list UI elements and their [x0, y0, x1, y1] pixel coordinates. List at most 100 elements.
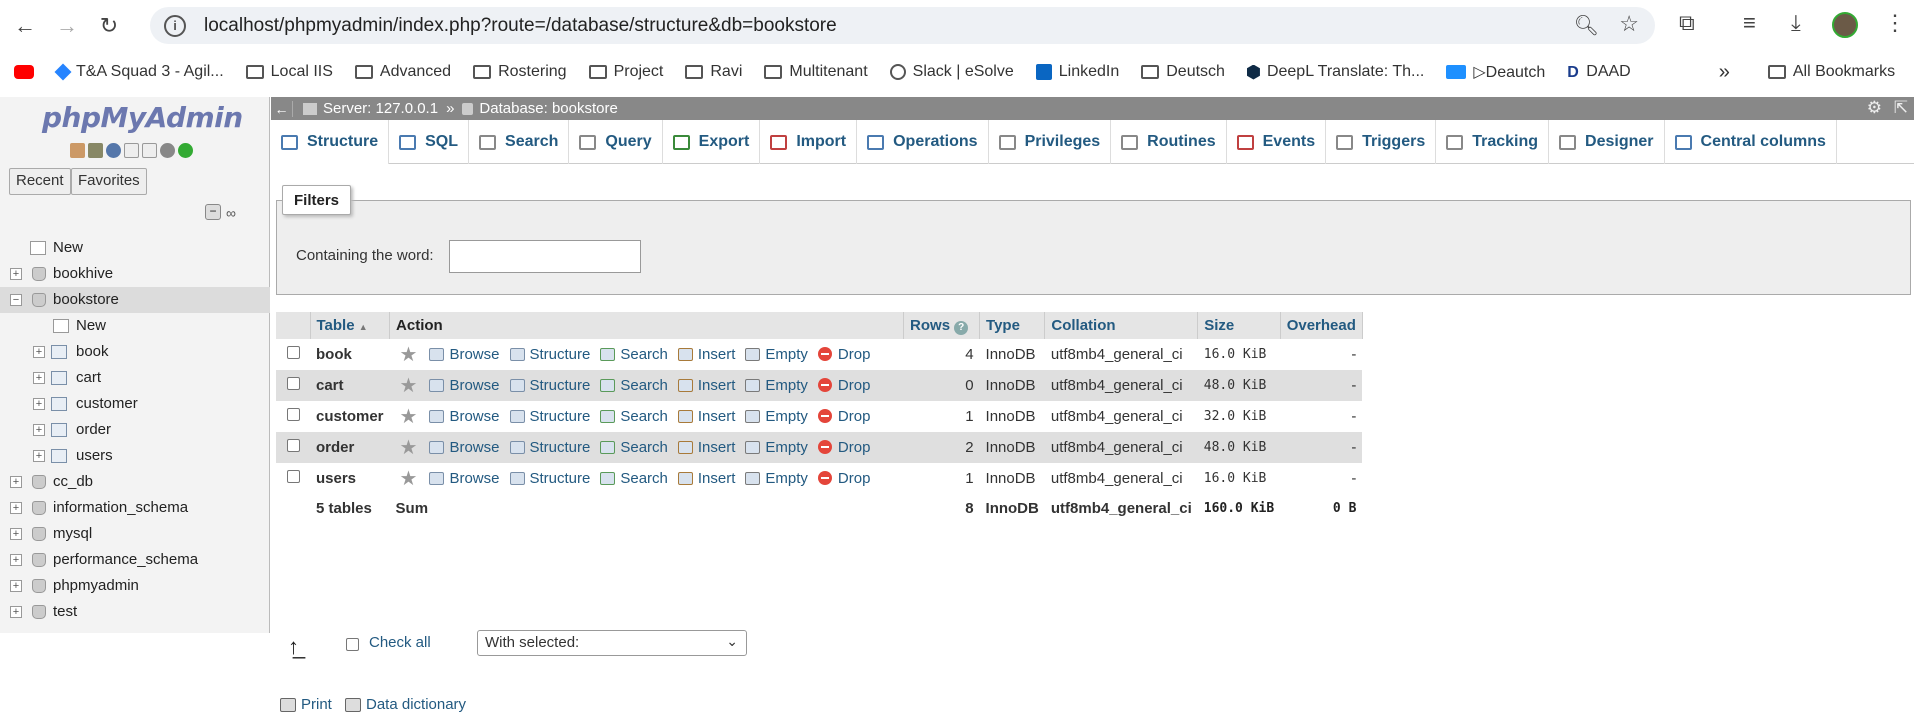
action-insert[interactable]: Insert [677, 377, 735, 394]
print-link[interactable]: Print [280, 696, 332, 713]
help-icon[interactable]: ? [954, 320, 969, 335]
action-search[interactable]: Search [600, 439, 668, 456]
filter-input[interactable] [449, 240, 641, 273]
tab-privileges[interactable]: Privileges [989, 120, 1112, 164]
tab-events[interactable]: Events [1227, 120, 1327, 164]
bookmark-star-icon[interactable]: ☆ [1619, 11, 1639, 37]
docs-icon[interactable] [124, 143, 139, 158]
tree-item-bookstore[interactable]: − bookstore [0, 287, 270, 313]
tree-item-performance-schema[interactable]: + performance_schema [0, 547, 270, 573]
reload-icon[interactable]: ↻ [92, 9, 126, 43]
zoom-icon[interactable]: 🔍︎ [1574, 13, 1599, 38]
table-name-link[interactable]: cart [310, 370, 390, 401]
tab-query[interactable]: Query [569, 120, 663, 164]
maximize-icon[interactable]: ⇱ [1894, 98, 1908, 118]
action-browse[interactable]: Browse [429, 439, 500, 456]
sql-docs-icon[interactable] [142, 143, 157, 158]
menu-icon[interactable]: ⋮ [1884, 10, 1906, 36]
bookmark-advanced[interactable]: Advanced [354, 63, 451, 81]
action-drop[interactable]: Drop [817, 439, 870, 456]
tab-routines[interactable]: Routines [1111, 120, 1227, 164]
action-empty[interactable]: Empty [745, 408, 808, 425]
help-icon[interactable] [106, 143, 121, 158]
phpmyadmin-logo[interactable]: phpMyAdmin [42, 101, 243, 134]
home-icon[interactable] [70, 143, 85, 158]
check-all-checkbox[interactable] [346, 638, 359, 651]
action-empty[interactable]: Empty [745, 346, 808, 363]
table-name-link[interactable]: book [310, 339, 390, 370]
action-drop[interactable]: Drop [817, 346, 870, 363]
expand-icon[interactable]: + [10, 606, 22, 618]
expand-icon[interactable]: + [33, 398, 45, 410]
expand-icon[interactable]: + [10, 476, 22, 488]
favorite-star-icon[interactable]: ★ [400, 468, 418, 490]
action-browse[interactable]: Browse [429, 408, 500, 425]
tab-structure[interactable]: Structure [271, 120, 390, 164]
action-empty[interactable]: Empty [745, 377, 808, 394]
tab-operations[interactable]: Operations [857, 120, 989, 164]
action-browse[interactable]: Browse [429, 377, 500, 394]
action-browse[interactable]: Browse [429, 470, 500, 487]
action-drop[interactable]: Drop [817, 470, 870, 487]
header-type[interactable]: Type [979, 312, 1046, 339]
tree-item-customer[interactable]: + customer [0, 391, 270, 417]
action-structure[interactable]: Structure [509, 346, 590, 363]
row-checkbox[interactable] [286, 470, 300, 483]
expand-icon[interactable]: + [33, 346, 45, 358]
breadcrumb-database[interactable]: Database: bookstore [479, 100, 617, 117]
back-icon[interactable]: ← [8, 9, 42, 43]
bookmark-jira[interactable]: T&A Squad 3 - Agil... [54, 63, 224, 81]
action-drop[interactable]: Drop [817, 408, 870, 425]
gear-icon[interactable]: ⚙ [1867, 98, 1882, 118]
action-insert[interactable]: Insert [677, 470, 735, 487]
action-search[interactable]: Search [600, 470, 668, 487]
expand-icon[interactable]: − [10, 294, 22, 306]
table-size[interactable]: 16.0 KiB [1197, 339, 1281, 370]
table-name-link[interactable]: customer [310, 401, 390, 432]
bookmark-slack[interactable]: Slack | eSolve [889, 63, 1014, 81]
tree-item-mysql[interactable]: + mysql [0, 521, 270, 547]
tree-item-phpmyadmin[interactable]: + phpmyadmin [0, 573, 270, 599]
reload-nav-icon[interactable] [178, 143, 193, 158]
tree-item-book[interactable]: + book [0, 339, 270, 365]
check-all-label[interactable]: Check all [369, 634, 431, 651]
table-size[interactable]: 48.0 KiB [1197, 370, 1281, 401]
header-overhead[interactable]: Overhead [1280, 312, 1363, 339]
action-empty[interactable]: Empty [745, 439, 808, 456]
avatar[interactable] [1832, 12, 1858, 38]
all-bookmarks[interactable]: All Bookmarks [1767, 63, 1895, 81]
bookmark-deautch[interactable]: ▷Deautch [1446, 62, 1545, 82]
action-structure[interactable]: Structure [509, 377, 590, 394]
action-structure[interactable]: Structure [509, 470, 590, 487]
tab-tracking[interactable]: Tracking [1436, 120, 1550, 164]
action-insert[interactable]: Insert [677, 408, 735, 425]
site-info-icon[interactable]: i [164, 14, 186, 37]
tree-item-bookhive[interactable]: + bookhive [0, 261, 270, 287]
bookmark-local-iis[interactable]: Local IIS [245, 63, 333, 81]
tree-item-cc-db[interactable]: + cc_db [0, 469, 270, 495]
tree-item-test[interactable]: + test [0, 599, 270, 625]
table-name-link[interactable]: users [310, 463, 390, 494]
tab-export[interactable]: Export [663, 120, 761, 164]
media-icon[interactable]: ≡ [1743, 10, 1756, 36]
tab-sql[interactable]: SQL [389, 120, 470, 164]
tab-import[interactable]: Import [760, 120, 858, 164]
bookmark-linkedin[interactable]: LinkedIn [1035, 63, 1119, 81]
extensions-icon[interactable]: ⧉ [1679, 10, 1695, 36]
row-checkbox[interactable] [286, 439, 300, 452]
header-rows[interactable]: Rows ? [903, 312, 981, 339]
expand-icon[interactable]: + [33, 372, 45, 384]
bookmark-multitenant[interactable]: Multitenant [764, 63, 868, 81]
bookmark-rostering[interactable]: Rostering [473, 63, 567, 81]
collapse-nav-icon[interactable]: ← [271, 100, 293, 117]
bookmark-daad[interactable]: D DAAD [1567, 63, 1630, 81]
action-search[interactable]: Search [600, 408, 668, 425]
link-with-main-icon[interactable]: ∞ [226, 205, 236, 221]
tree-item-information-schema[interactable]: + information_schema [0, 495, 270, 521]
bookmark-project[interactable]: Project [588, 63, 663, 81]
settings-icon[interactable] [160, 143, 175, 158]
row-checkbox[interactable] [286, 408, 300, 421]
favorite-star-icon[interactable]: ★ [400, 375, 418, 397]
expand-icon[interactable]: + [10, 502, 22, 514]
tab-search[interactable]: Search [469, 120, 570, 164]
